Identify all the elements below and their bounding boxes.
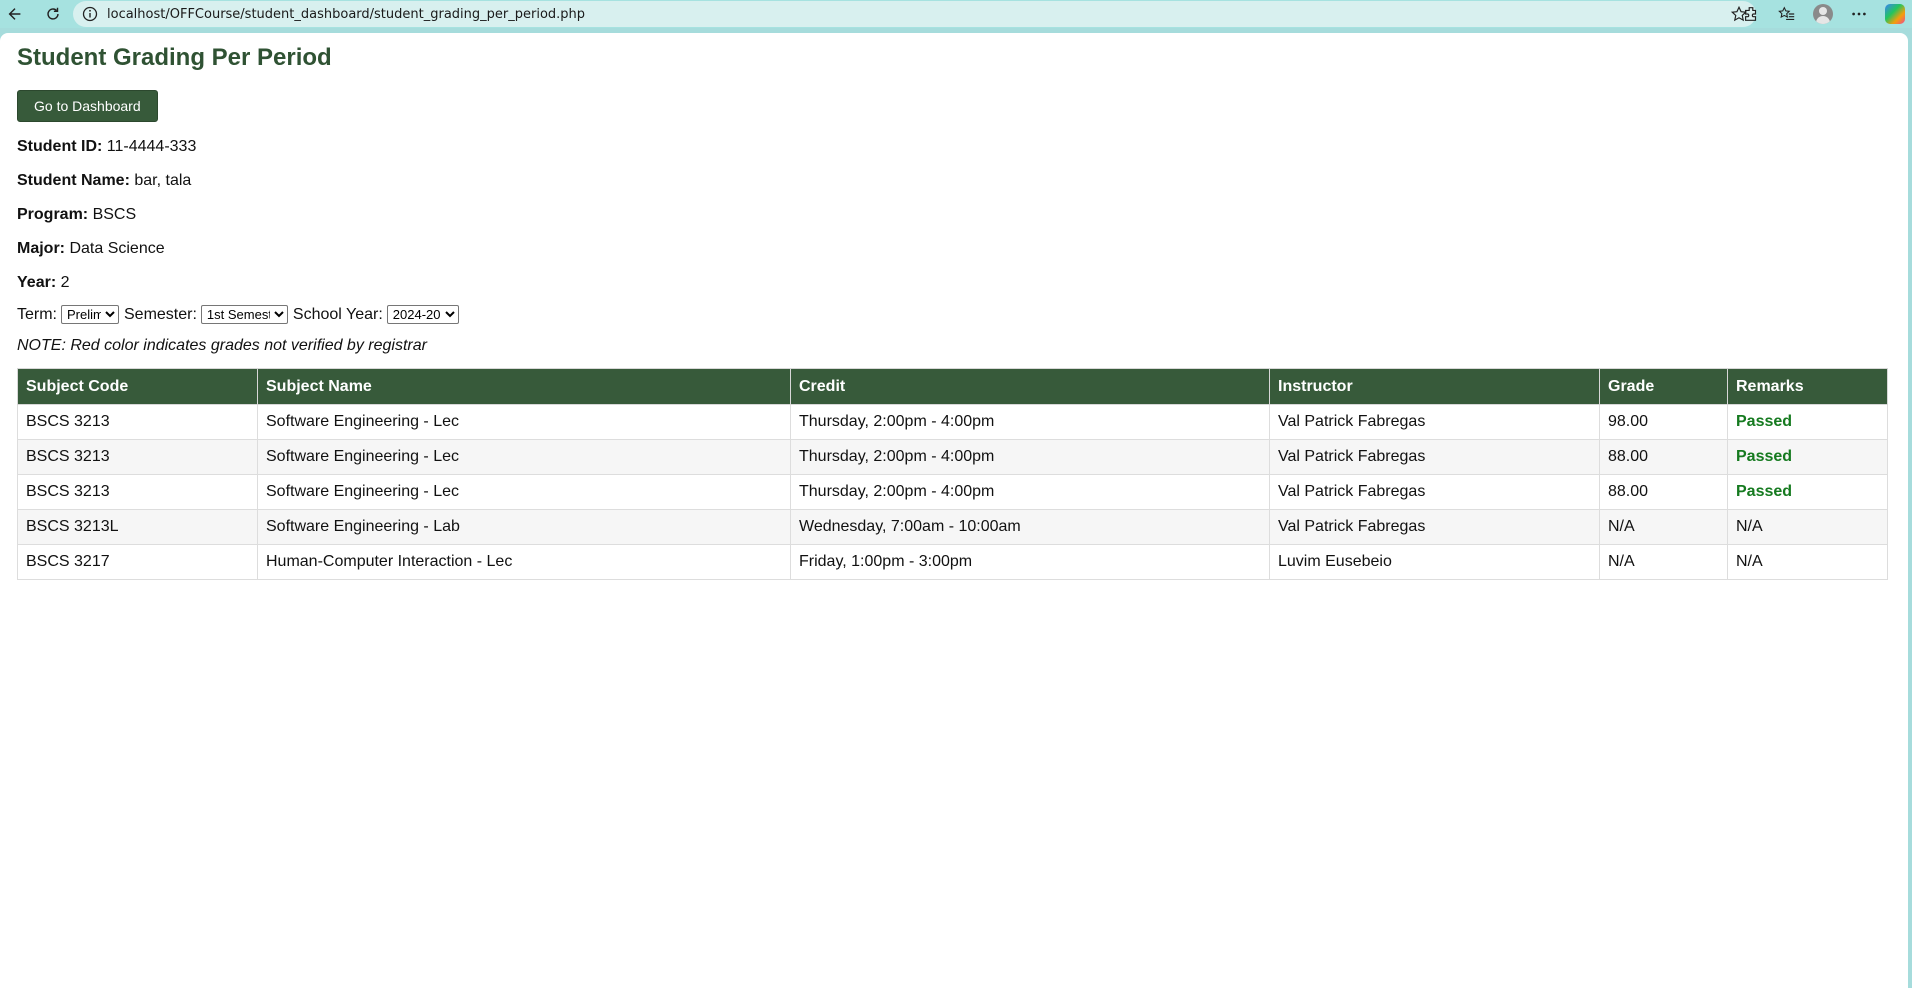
credit-cell: Wednesday, 7:00am - 10:00am	[790, 509, 1270, 546]
table-header-row: Subject Code Subject Name Credit Instruc…	[17, 368, 1888, 406]
header-credit: Credit	[790, 368, 1270, 406]
credit-cell: Friday, 1:00pm - 3:00pm	[790, 544, 1270, 581]
year-label: Year:	[17, 274, 57, 292]
page-title: Student Grading Per Period	[17, 44, 332, 71]
remarks-cell: Passed	[1727, 439, 1888, 476]
remarks-cell: Passed	[1727, 404, 1888, 441]
instructor-cell: Val Patrick Fabregas	[1269, 404, 1600, 441]
url-text[interactable]: localhost/OFFCourse/student_dashboard/st…	[107, 7, 585, 22]
grade-cell: 98.00	[1599, 404, 1728, 441]
major-value: Data Science	[69, 240, 165, 258]
dashboard-button[interactable]: Go to Dashboard	[17, 90, 158, 123]
subject-code-cell: BSCS 3217	[17, 544, 258, 581]
subject-name-cell: Software Engineering - Lec	[257, 404, 791, 441]
subject-code-cell: BSCS 3213	[17, 439, 258, 476]
year-value: 2	[60, 274, 70, 292]
header-remarks: Remarks	[1727, 368, 1888, 406]
remarks-cell: Passed	[1727, 474, 1888, 511]
instructor-cell: Val Patrick Fabregas	[1269, 474, 1600, 511]
student-name-value: bar, tala	[134, 172, 192, 190]
credit-cell: Thursday, 2:00pm - 4:00pm	[790, 439, 1270, 476]
instructor-cell: Val Patrick Fabregas	[1269, 509, 1600, 546]
header-instructor: Instructor	[1269, 368, 1600, 406]
subject-code-cell: BSCS 3213L	[17, 509, 258, 546]
subject-name-cell: Human-Computer Interaction - Lec	[257, 544, 791, 581]
header-subject-code: Subject Code	[17, 368, 258, 406]
site-info-icon[interactable]	[82, 6, 98, 22]
instructor-cell: Luvim Eusebeio	[1269, 544, 1600, 581]
term-select[interactable]: Prelim	[61, 305, 119, 325]
credit-cell: Thursday, 2:00pm - 4:00pm	[790, 404, 1270, 441]
remarks-cell: N/A	[1727, 509, 1888, 546]
instructor-cell: Val Patrick Fabregas	[1269, 439, 1600, 476]
subject-code-cell: BSCS 3213	[17, 474, 258, 511]
subject-name-cell: Software Engineering - Lab	[257, 509, 791, 546]
student-id-row: Student ID: 11-4444-333	[17, 137, 1891, 157]
student-id-label: Student ID:	[17, 138, 103, 156]
remarks-cell: N/A	[1727, 544, 1888, 581]
grade-cell: 88.00	[1599, 474, 1728, 511]
school-year-select[interactable]: 2024-2025	[386, 305, 459, 325]
table-row: BSCS 3213 Software Engineering - Lec Thu…	[17, 474, 1888, 511]
back-icon[interactable]	[4, 3, 26, 25]
major-row: Major: Data Science	[17, 239, 1891, 259]
profile-avatar-icon[interactable]	[1812, 3, 1834, 25]
grade-cell: N/A	[1599, 509, 1728, 546]
table-row: BSCS 3213 Software Engineering - Lec Thu…	[17, 439, 1888, 476]
table-row: BSCS 3217 Human-Computer Interaction - L…	[17, 544, 1888, 581]
semester-label: Semester:	[124, 305, 197, 323]
credit-cell: Thursday, 2:00pm - 4:00pm	[790, 474, 1270, 511]
student-info: Student ID: 11-4444-333 Student Name: ba…	[17, 137, 1891, 293]
program-label: Program:	[17, 206, 89, 224]
header-grade: Grade	[1599, 368, 1728, 406]
program-value: BSCS	[92, 206, 137, 224]
address-bar[interactable]: localhost/OFFCourse/student_dashboard/st…	[73, 1, 1756, 27]
page-viewport: Student Grading Per Period Go to Dashboa…	[0, 33, 1908, 988]
refresh-icon[interactable]	[42, 3, 64, 25]
year-row: Year: 2	[17, 273, 1891, 293]
school-year-label: School Year:	[292, 305, 383, 323]
term-label: Term:	[17, 305, 57, 323]
verification-note: NOTE: Red color indicates grades not ver…	[17, 337, 427, 355]
student-name-row: Student Name: bar, tala	[17, 171, 1891, 191]
grade-cell: N/A	[1599, 544, 1728, 581]
table-row: BSCS 3213L Software Engineering - Lab We…	[17, 509, 1888, 546]
major-label: Major:	[17, 240, 65, 258]
grades-table: Subject Code Subject Name Credit Instruc…	[17, 368, 1888, 581]
program-row: Program: BSCS	[17, 205, 1891, 225]
header-subject-name: Subject Name	[257, 368, 791, 406]
copilot-icon[interactable]	[1884, 3, 1906, 25]
semester-select[interactable]: 1st Semester	[200, 305, 288, 325]
more-options-icon[interactable]	[1848, 3, 1870, 25]
subject-name-cell: Software Engineering - Lec	[257, 439, 791, 476]
table-row: BSCS 3213 Software Engineering - Lec Thu…	[17, 404, 1888, 441]
extensions-icon[interactable]	[1740, 3, 1762, 25]
browser-toolbar: localhost/OFFCourse/student_dashboard/st…	[0, 0, 1912, 28]
subject-name-cell: Software Engineering - Lec	[257, 474, 791, 511]
grade-cell: 88.00	[1599, 439, 1728, 476]
favorites-icon[interactable]	[1776, 3, 1798, 25]
student-name-label: Student Name:	[17, 172, 130, 190]
filter-row: Term: Prelim Semester: 1st Semester Scho…	[17, 305, 1891, 325]
subject-code-cell: BSCS 3213	[17, 404, 258, 441]
student-id-value: 11-4444-333	[106, 138, 197, 156]
